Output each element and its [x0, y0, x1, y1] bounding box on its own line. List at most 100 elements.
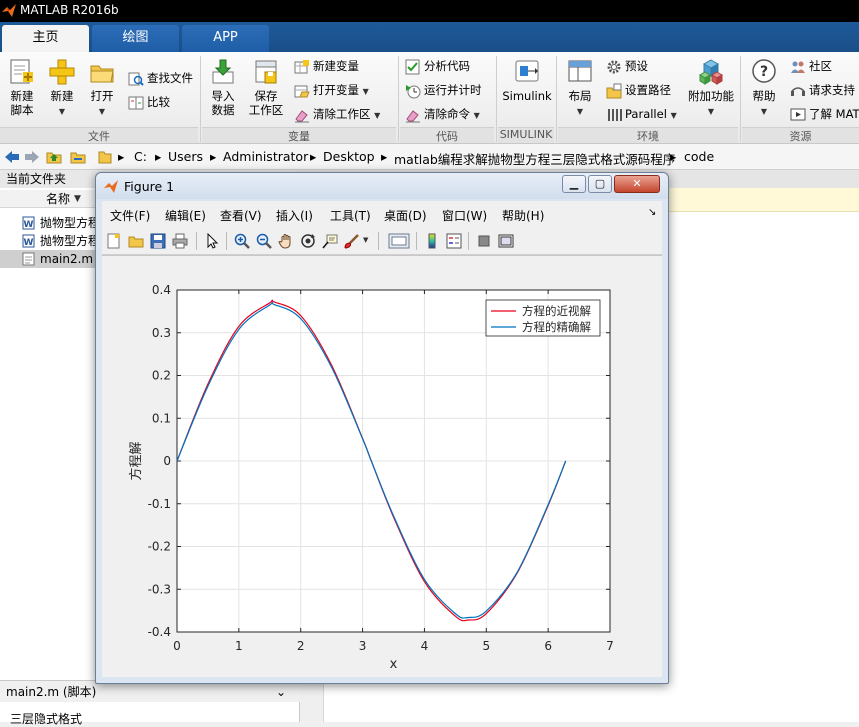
- breadcrumb-users[interactable]: Users: [168, 149, 203, 164]
- file-name: 抛物型方程: [40, 234, 101, 248]
- compare-button[interactable]: 比较: [128, 92, 170, 112]
- zoom-out-icon[interactable]: [256, 233, 272, 249]
- simulink-label: Simulink: [502, 89, 552, 103]
- dock-arrow-icon[interactable]: ↘: [648, 207, 656, 218]
- menu-insert[interactable]: 插入(I): [276, 207, 313, 224]
- chevron-down-icon: ▼: [707, 107, 715, 116]
- preferences-button[interactable]: 预设: [606, 56, 648, 76]
- up-folder-icon[interactable]: [46, 150, 62, 164]
- forward-arrow-icon[interactable]: [24, 150, 40, 164]
- import-data-button[interactable]: 导入 数据: [205, 58, 241, 117]
- new-button[interactable]: 新建 ▼: [44, 58, 80, 119]
- community-button[interactable]: 社区: [790, 56, 832, 76]
- save-workspace-button[interactable]: 保存 工作区: [246, 58, 286, 117]
- menu-help[interactable]: 帮助(H): [502, 207, 544, 224]
- group-divider: [740, 56, 741, 142]
- layout-button[interactable]: 布局 ▼: [562, 58, 598, 119]
- legend-icon[interactable]: [446, 233, 462, 249]
- tab-apps[interactable]: APP: [182, 25, 269, 52]
- open-button[interactable]: 打开 ▼: [84, 58, 120, 119]
- chevron-down-icon[interactable]: ⌄: [276, 681, 286, 703]
- gear-icon: [607, 60, 621, 73]
- breadcrumb-separator: ▸: [210, 149, 217, 164]
- menu-tools[interactable]: 工具(T): [330, 207, 371, 224]
- y-tick-label: -0.4: [148, 625, 171, 639]
- breadcrumb-code[interactable]: code: [684, 149, 714, 164]
- clear-workspace-button[interactable]: 清除工作区 ▼: [294, 104, 380, 124]
- add-ons-button[interactable]: 附加功能 ▼: [687, 58, 735, 119]
- data-cursor-icon[interactable]: [322, 233, 338, 249]
- pointer-icon[interactable]: [204, 233, 220, 249]
- show-plot-tools-icon[interactable]: [498, 233, 514, 249]
- breadcrumb-separator: ▸: [118, 149, 125, 164]
- request-support-button[interactable]: 请求支持: [790, 80, 855, 100]
- new-figure-icon[interactable]: [106, 233, 122, 249]
- new-script-button[interactable]: 新建 脚本: [4, 58, 40, 117]
- back-arrow-icon[interactable]: [4, 150, 20, 164]
- breadcrumb-drive[interactable]: C:: [134, 149, 147, 164]
- menu-file[interactable]: 文件(F): [110, 207, 150, 224]
- chevron-down-icon: ▼: [576, 107, 584, 116]
- matlab-logo-icon: [2, 4, 16, 17]
- code-group-label: 代码: [400, 127, 494, 143]
- menu-desktop[interactable]: 桌面(D): [384, 207, 427, 224]
- simulink-button[interactable]: Simulink: [502, 58, 552, 103]
- set-path-button[interactable]: 设置路径: [606, 80, 671, 100]
- new-script-label-1: 新建: [10, 89, 34, 103]
- save-label-2: 工作区: [248, 103, 284, 117]
- find-files-button[interactable]: 查找文件: [128, 68, 193, 88]
- menu-edit[interactable]: 编辑(E): [165, 207, 206, 224]
- figure-title-bar[interactable]: Figure 1 ▁ ▢ ✕: [96, 173, 668, 199]
- run-and-time-button[interactable]: 运行并计时: [405, 80, 482, 100]
- chevron-down-icon: ▼: [374, 111, 381, 120]
- print-icon[interactable]: [172, 233, 188, 249]
- line-chart[interactable]: 0 1 2 3 4 5 6 7 -0.4 -0.3 -0.2 -0.1 0 0.1 0.2 0.3 0.4 x 方程…: [102, 256, 662, 678]
- close-button[interactable]: ✕: [614, 175, 660, 193]
- parallel-icon: [608, 108, 622, 121]
- analyze-code-button[interactable]: 分析代码: [405, 56, 470, 76]
- add-ons-label: 附加功能: [688, 89, 734, 103]
- open-variable-button[interactable]: 打开变量 ▼: [294, 80, 369, 100]
- tab-home[interactable]: 主页: [2, 25, 89, 52]
- help-button[interactable]: ? 帮助 ▼: [746, 58, 782, 119]
- x-tick-label: 6: [544, 639, 552, 653]
- minimize-button[interactable]: ▁: [562, 175, 586, 193]
- breadcrumb-project-folder[interactable]: matlab编程求解抛物型方程三层隐式格式源码程序: [394, 149, 675, 168]
- app-title-bar: MATLAB R2016b: [0, 0, 859, 22]
- community-label: 社区: [809, 59, 832, 73]
- save-icon[interactable]: [150, 233, 166, 249]
- rotate-icon[interactable]: [300, 233, 316, 249]
- details-text: 三层隐式格式: [10, 712, 83, 726]
- menu-view[interactable]: 查看(V): [220, 207, 262, 224]
- figure-canvas: 0 1 2 3 4 5 6 7 -0.4 -0.3 -0.2 -0.1 0 0.1 0.2 0.3 0.4 x 方程…: [102, 255, 662, 677]
- clear-commands-button[interactable]: 清除命令 ▼: [405, 104, 480, 124]
- menu-window[interactable]: 窗口(W): [442, 207, 487, 224]
- maximize-button[interactable]: ▢: [588, 175, 612, 193]
- open-file-icon[interactable]: [128, 233, 144, 249]
- word-doc-icon: W: [22, 216, 35, 230]
- brush-icon[interactable]: [344, 233, 360, 249]
- hide-plot-tools-icon[interactable]: [476, 233, 492, 249]
- link-plot-icon[interactable]: [388, 233, 410, 249]
- layout-icon: [568, 60, 592, 82]
- parallel-button[interactable]: Parallel ▼: [606, 104, 677, 124]
- save-workspace-icon: [255, 60, 277, 84]
- learn-matlab-button[interactable]: 了解 MAT: [790, 104, 859, 124]
- new-variable-button[interactable]: 新建变量: [294, 56, 359, 76]
- colorbar-icon[interactable]: [424, 233, 440, 249]
- chevron-down-icon[interactable]: ▼: [363, 236, 368, 244]
- breadcrumb-separator: ▸: [381, 149, 388, 164]
- figure-toolbar: ▼: [102, 227, 662, 255]
- figure-menu-bar: 文件(F) 编辑(E) 查看(V) 插入(I) 工具(T) 桌面(D) 窗口(W…: [102, 201, 662, 227]
- name-column-label: 名称: [46, 192, 71, 206]
- tab-plots[interactable]: 绘图: [92, 25, 179, 52]
- breadcrumb-administrator[interactable]: Administrator: [223, 149, 308, 164]
- pan-icon[interactable]: [278, 233, 294, 249]
- request-support-icon: [791, 86, 805, 96]
- breadcrumb-separator: ▸: [670, 149, 677, 164]
- browse-folder-icon[interactable]: [70, 150, 86, 164]
- x-axis-label: x: [390, 657, 398, 672]
- breadcrumb-desktop[interactable]: Desktop: [323, 149, 375, 164]
- x-tick-label: 1: [235, 639, 243, 653]
- zoom-in-icon[interactable]: [234, 233, 250, 249]
